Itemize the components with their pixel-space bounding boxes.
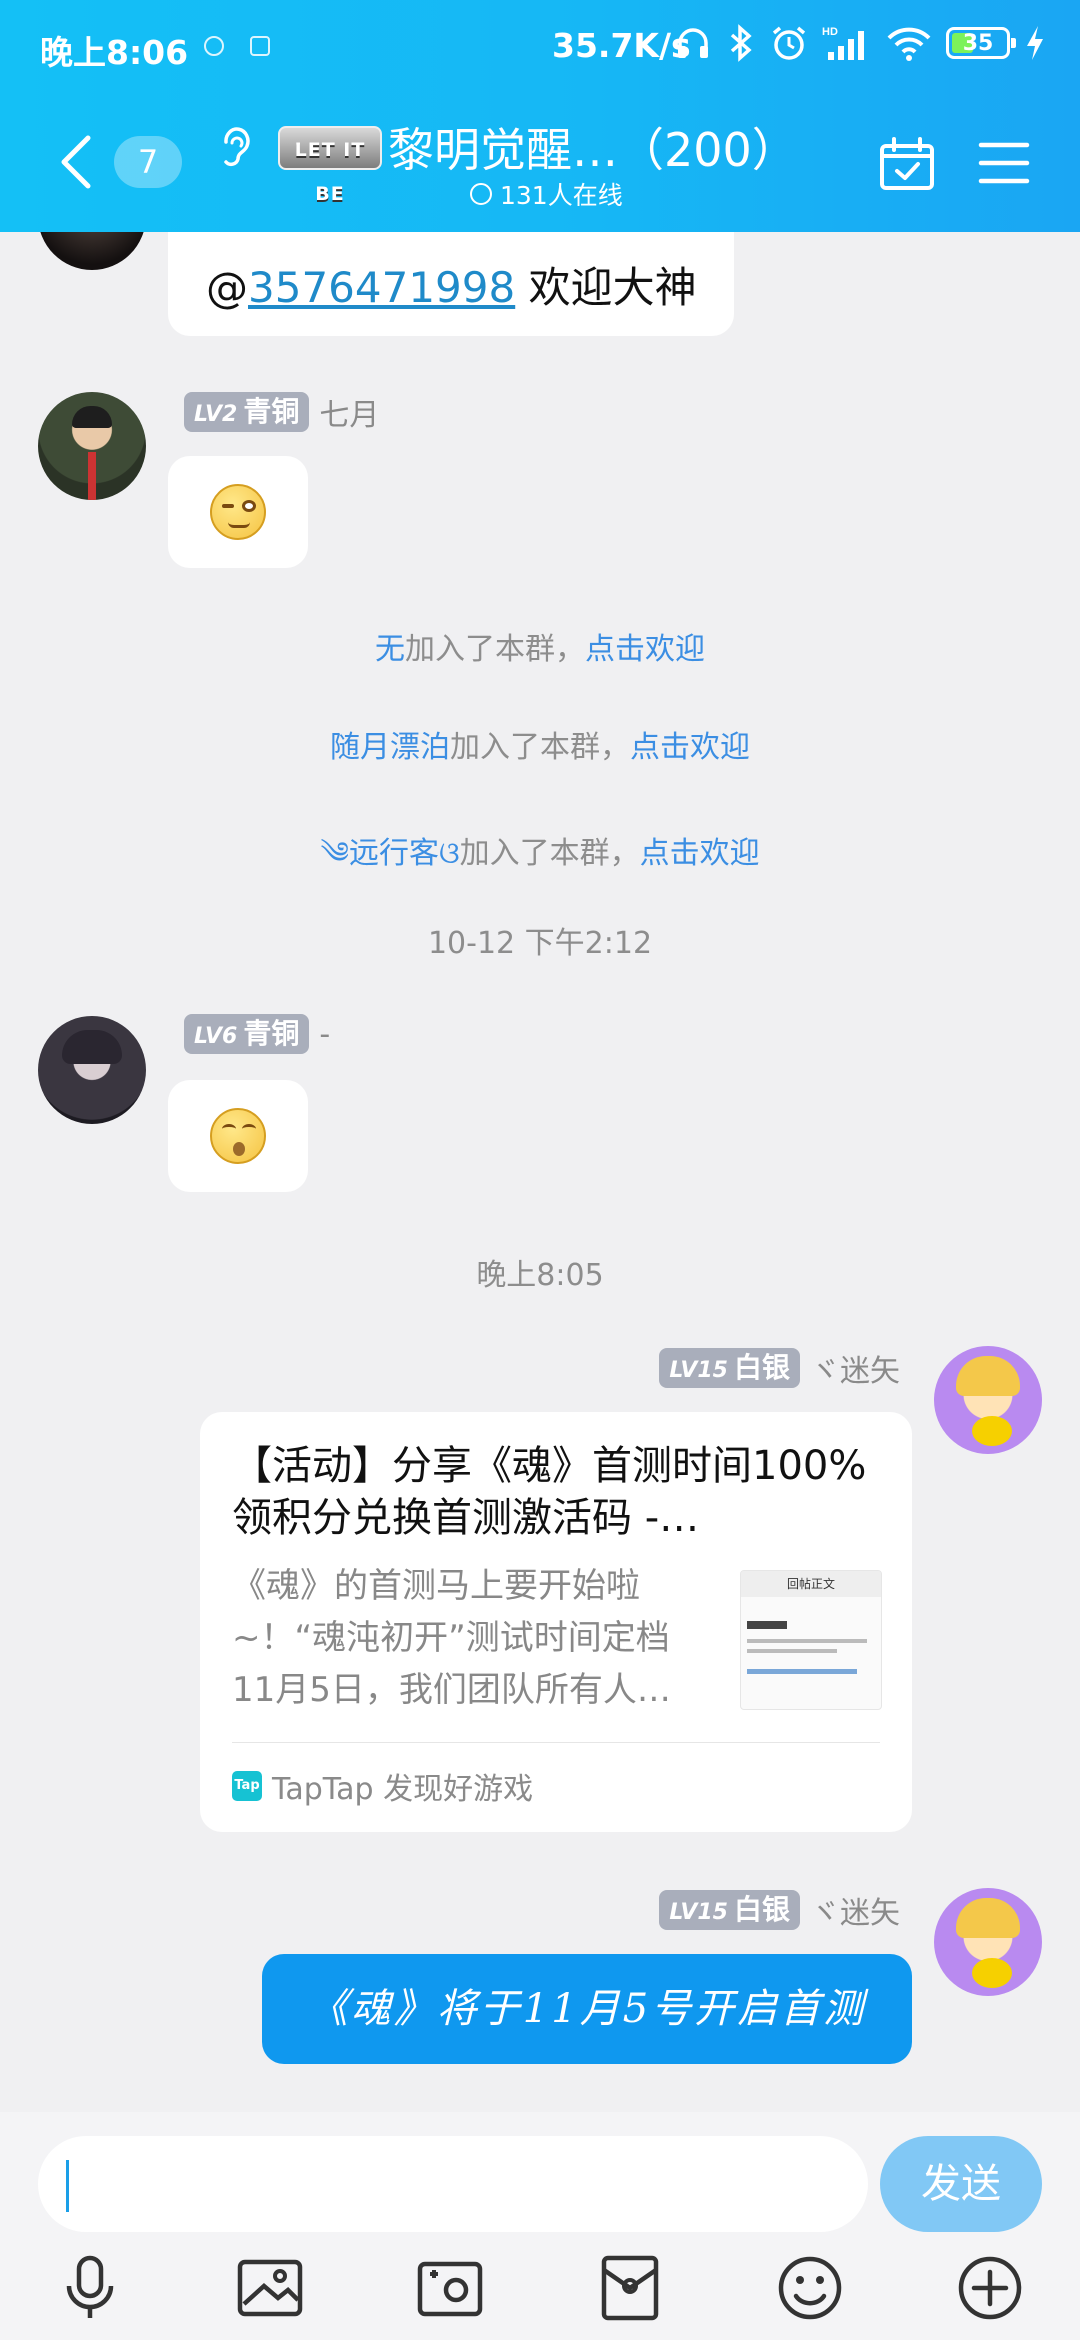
link-card-thumbnail: 回帖正文 bbox=[740, 1570, 882, 1710]
link-card[interactable]: 【活动】分享《魂》首测时间100%领积分兑换首测激活码 -… 《魂》的首测马上要… bbox=[200, 1412, 912, 1832]
calendar-check-icon[interactable] bbox=[878, 136, 936, 192]
taptap-icon: Tap bbox=[232, 1771, 262, 1801]
level-badge: LV6 青铜 bbox=[184, 1014, 310, 1054]
dizzy-emoji-icon bbox=[210, 1108, 266, 1164]
welcome-link[interactable]: 点击欢迎 bbox=[585, 632, 705, 667]
notification-icon-2 bbox=[250, 36, 270, 56]
message-text-prefix: @ bbox=[206, 263, 248, 312]
link-card-description: 《魂》的首测马上要开始啦~！“魂沌初开”测试时间定档11月5日，我们团队所有人… bbox=[232, 1566, 671, 1710]
red-packet-icon[interactable] bbox=[594, 2252, 666, 2324]
sender-name[interactable]: ヾ迷矢 bbox=[810, 1888, 900, 1932]
ear-icon[interactable] bbox=[216, 124, 256, 172]
system-join-message: 随月漂泊加入了本群，点击欢迎 bbox=[330, 730, 750, 765]
status-bar: 晚上8:06 35.7K/s HD 35 bbox=[0, 0, 1080, 96]
timestamp: 晚上8:05 bbox=[476, 1258, 604, 1293]
battery-level: 35 bbox=[962, 30, 994, 56]
charging-icon bbox=[1027, 26, 1043, 60]
notification-icon bbox=[204, 36, 224, 56]
timestamp: 10-12 下午2:12 bbox=[427, 926, 653, 961]
svg-text:HD: HD bbox=[822, 26, 838, 38]
system-join-message: ༄远行客ଓ加入了本群，点击欢迎 bbox=[320, 836, 760, 871]
welcome-link[interactable]: 点击欢迎 bbox=[630, 730, 750, 765]
emoji-bubble[interactable] bbox=[168, 456, 308, 568]
signal-icon: HD bbox=[822, 26, 864, 60]
member-name[interactable]: ༄远行客ଓ bbox=[320, 836, 459, 871]
status-time: 晚上8:06 bbox=[40, 33, 189, 72]
group-badge-image: LET IT BE bbox=[278, 126, 382, 205]
online-check-icon bbox=[470, 183, 492, 205]
sender-name[interactable]: ヾ迷矢 bbox=[810, 1346, 900, 1390]
back-icon[interactable] bbox=[54, 132, 98, 192]
wifi-icon bbox=[887, 27, 931, 61]
sender-name[interactable]: - bbox=[319, 1017, 330, 1052]
emoji-bubble[interactable] bbox=[168, 1080, 308, 1192]
menu-icon[interactable] bbox=[978, 140, 1030, 186]
message-bubble[interactable]: @3576471998 欢迎大神 bbox=[168, 232, 734, 336]
level-badge: LV2 青铜 bbox=[184, 392, 310, 432]
source-label: TapTap 发现好游戏 bbox=[272, 1772, 534, 1807]
divider bbox=[232, 1742, 880, 1743]
network-speed: 35.7K/s bbox=[552, 26, 691, 65]
member-name[interactable]: 随月漂泊 bbox=[330, 730, 450, 765]
link-card-source: Tap TapTap 发现好游戏 bbox=[232, 1764, 533, 1808]
send-button[interactable]: 发送 bbox=[880, 2136, 1042, 2232]
mention-link[interactable]: 3576471998 bbox=[248, 263, 515, 312]
group-title[interactable]: 黎明觉醒…（200） bbox=[388, 114, 798, 180]
sender-meta: LV6 青铜 - bbox=[184, 1014, 330, 1054]
plus-icon[interactable] bbox=[954, 2252, 1026, 2324]
avatar[interactable] bbox=[38, 232, 146, 270]
member-name[interactable]: 无 bbox=[375, 632, 405, 667]
avatar[interactable] bbox=[934, 1888, 1042, 1996]
mic-icon[interactable] bbox=[54, 2252, 126, 2324]
thumbnail-title: 回帖正文 bbox=[741, 1571, 881, 1597]
sender-meta: LV2 青铜 七月 bbox=[184, 390, 379, 434]
sender-meta: LV15 白银 ヾ迷矢 bbox=[659, 1346, 900, 1390]
message-input[interactable] bbox=[38, 2136, 868, 2232]
level-badge: LV15 白银 bbox=[659, 1890, 800, 1930]
camera-icon[interactable] bbox=[414, 2252, 486, 2324]
online-count: 131人在线 bbox=[470, 176, 623, 212]
level-badge: LV15 白银 bbox=[659, 1348, 800, 1388]
avatar[interactable] bbox=[38, 1016, 146, 1124]
chat-header: 晚上8:06 35.7K/s HD 35 7 LET IT BE 黎明觉醒…（2… bbox=[0, 0, 1080, 232]
welcome-link[interactable]: 点击欢迎 bbox=[640, 836, 760, 871]
system-join-message: 无加入了本群，点击欢迎 bbox=[375, 632, 705, 667]
avatar[interactable] bbox=[38, 392, 146, 500]
unread-count-badge[interactable]: 7 bbox=[114, 136, 182, 188]
avatar[interactable] bbox=[934, 1346, 1042, 1454]
emoji-icon[interactable] bbox=[774, 2252, 846, 2324]
chat-area[interactable]: @3576471998 欢迎大神 LV2 青铜 七月 无加入了本群，点击欢迎 随月… bbox=[0, 232, 1080, 2112]
bluetooth-icon bbox=[730, 24, 752, 62]
image-icon[interactable] bbox=[234, 2252, 306, 2324]
headphones-icon bbox=[678, 28, 708, 58]
squint-emoji-icon bbox=[210, 484, 266, 540]
sender-name[interactable]: 七月 bbox=[319, 390, 379, 434]
battery-icon: 35 bbox=[946, 27, 1016, 59]
input-bar: 发送 bbox=[0, 2112, 1080, 2340]
sender-meta: LV15 白银 ヾ迷矢 bbox=[659, 1888, 900, 1932]
message-bubble[interactable]: 《魂》将于11月5号开启首测 bbox=[262, 1954, 912, 2064]
alarm-icon bbox=[772, 26, 806, 60]
link-card-title: 【活动】分享《魂》首测时间100%领积分兑换首测激活码 -… bbox=[232, 1443, 867, 1541]
text-caret bbox=[66, 2160, 69, 2212]
online-count-text: 131人在线 bbox=[500, 181, 623, 210]
message-text: 欢迎大神 bbox=[515, 263, 697, 312]
